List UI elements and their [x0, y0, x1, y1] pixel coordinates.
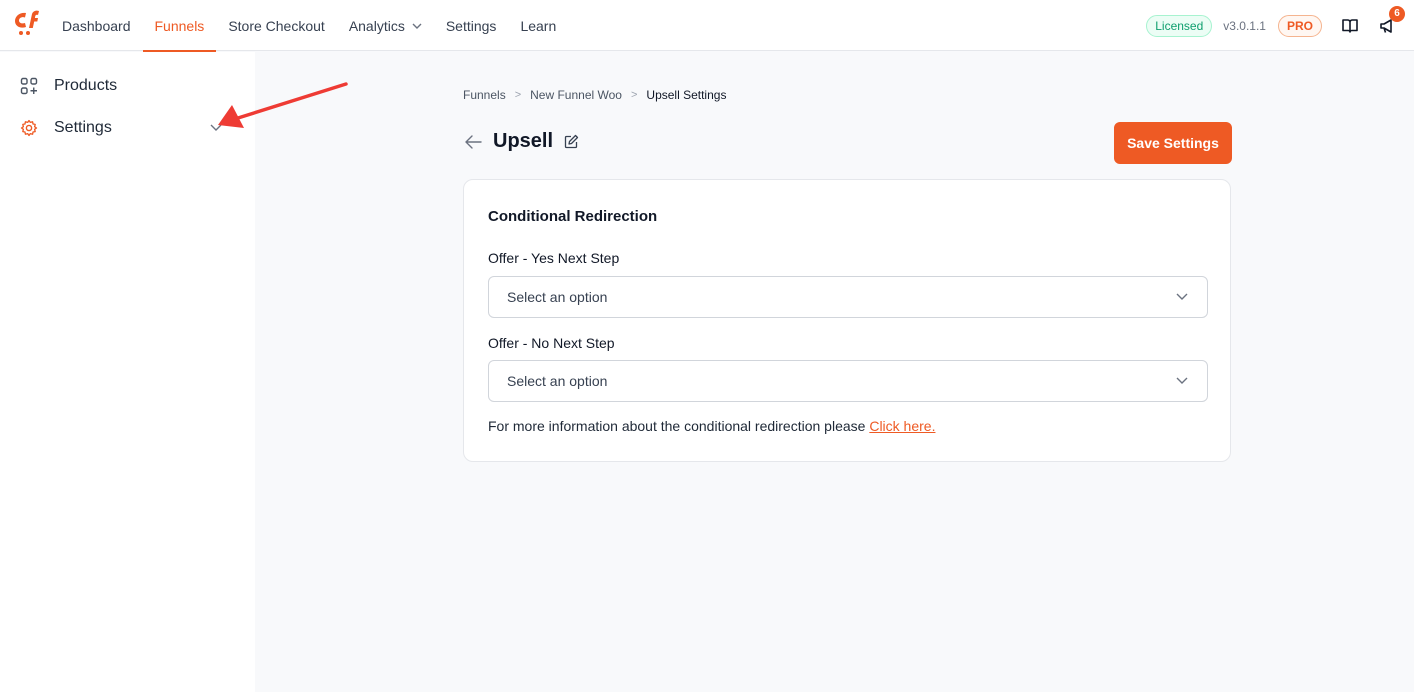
breadcrumb: Funnels > New Funnel Woo > Upsell Settin…: [463, 88, 726, 102]
cartflows-logo-icon[interactable]: [12, 8, 40, 38]
main-nav: Dashboard Funnels Store Checkout Analyti…: [50, 0, 568, 52]
licensed-badge: Licensed: [1146, 14, 1213, 37]
pro-badge: PRO: [1277, 14, 1322, 37]
nav-analytics-label: Analytics: [348, 17, 405, 34]
page-title: Upsell: [493, 130, 554, 152]
announcements-button[interactable]: 6: [1378, 5, 1405, 36]
yes-next-step-select[interactable]: Select an option: [488, 276, 1208, 318]
info-text: For more information about the condition…: [488, 418, 935, 434]
nav-store-checkout-label: Store Checkout: [228, 17, 325, 34]
select-value: Select an option: [507, 289, 608, 305]
chevron-down-icon: [1176, 293, 1188, 300]
nav-settings[interactable]: Settings: [434, 0, 509, 51]
grid-plus-icon: [20, 77, 38, 95]
nav-funnels[interactable]: Funnels: [142, 0, 217, 52]
sidebar: Products Settings: [0, 52, 255, 692]
breadcrumb-current: Upsell Settings: [646, 88, 727, 102]
edit-pencil-icon[interactable]: [564, 134, 579, 149]
sidebar-item-label: Settings: [54, 119, 112, 136]
no-next-step-label: Offer - No Next Step: [488, 335, 615, 351]
nav-funnels-label: Funnels: [154, 17, 205, 34]
breadcrumb-separator: >: [630, 89, 638, 101]
nav-analytics[interactable]: Analytics: [337, 0, 434, 51]
breadcrumb-funnels[interactable]: Funnels: [463, 88, 506, 102]
sidebar-item-settings[interactable]: Settings: [20, 119, 112, 137]
breadcrumb-separator: >: [514, 89, 522, 101]
nav-settings-label: Settings: [445, 17, 497, 34]
nav-dashboard[interactable]: Dashboard: [50, 0, 143, 51]
sidebar-item-products[interactable]: Products: [20, 77, 117, 95]
no-next-step-select[interactable]: Select an option: [488, 360, 1208, 402]
nav-store-checkout[interactable]: Store Checkout: [216, 0, 337, 51]
book-open-icon: [1342, 18, 1358, 33]
version-label: v3.0.1.1: [1223, 18, 1266, 33]
yes-next-step-label: Offer - Yes Next Step: [488, 250, 620, 266]
gear-icon: [20, 119, 38, 137]
nav-right-group: Licensed v3.0.1.1 PRO 6: [1146, 0, 1405, 51]
annotation-arrow-icon: [218, 82, 348, 128]
conditional-redirection-card: Conditional Redirection Offer - Yes Next…: [463, 179, 1231, 462]
chevron-down-icon: [412, 23, 422, 29]
save-settings-button[interactable]: Save Settings: [1114, 122, 1232, 164]
chevron-down-icon: [1176, 377, 1188, 384]
nav-learn-label: Learn: [520, 17, 557, 34]
click-here-link[interactable]: Click here.: [869, 418, 935, 434]
breadcrumb-funnel-name[interactable]: New Funnel Woo: [530, 88, 622, 102]
nav-learn[interactable]: Learn: [508, 0, 568, 51]
notification-count-badge: 6: [1389, 5, 1405, 22]
info-text-body: For more information about the condition…: [488, 418, 870, 434]
docs-button[interactable]: [1340, 16, 1360, 36]
arrow-left-icon[interactable]: [463, 134, 483, 150]
nav-dashboard-label: Dashboard: [62, 17, 131, 34]
sidebar-item-label: Products: [54, 77, 118, 94]
top-navigation: Dashboard Funnels Store Checkout Analyti…: [0, 0, 1414, 52]
card-title: Conditional Redirection: [488, 208, 658, 225]
page-header: Upsell: [463, 130, 579, 153]
select-value: Select an option: [507, 373, 608, 389]
